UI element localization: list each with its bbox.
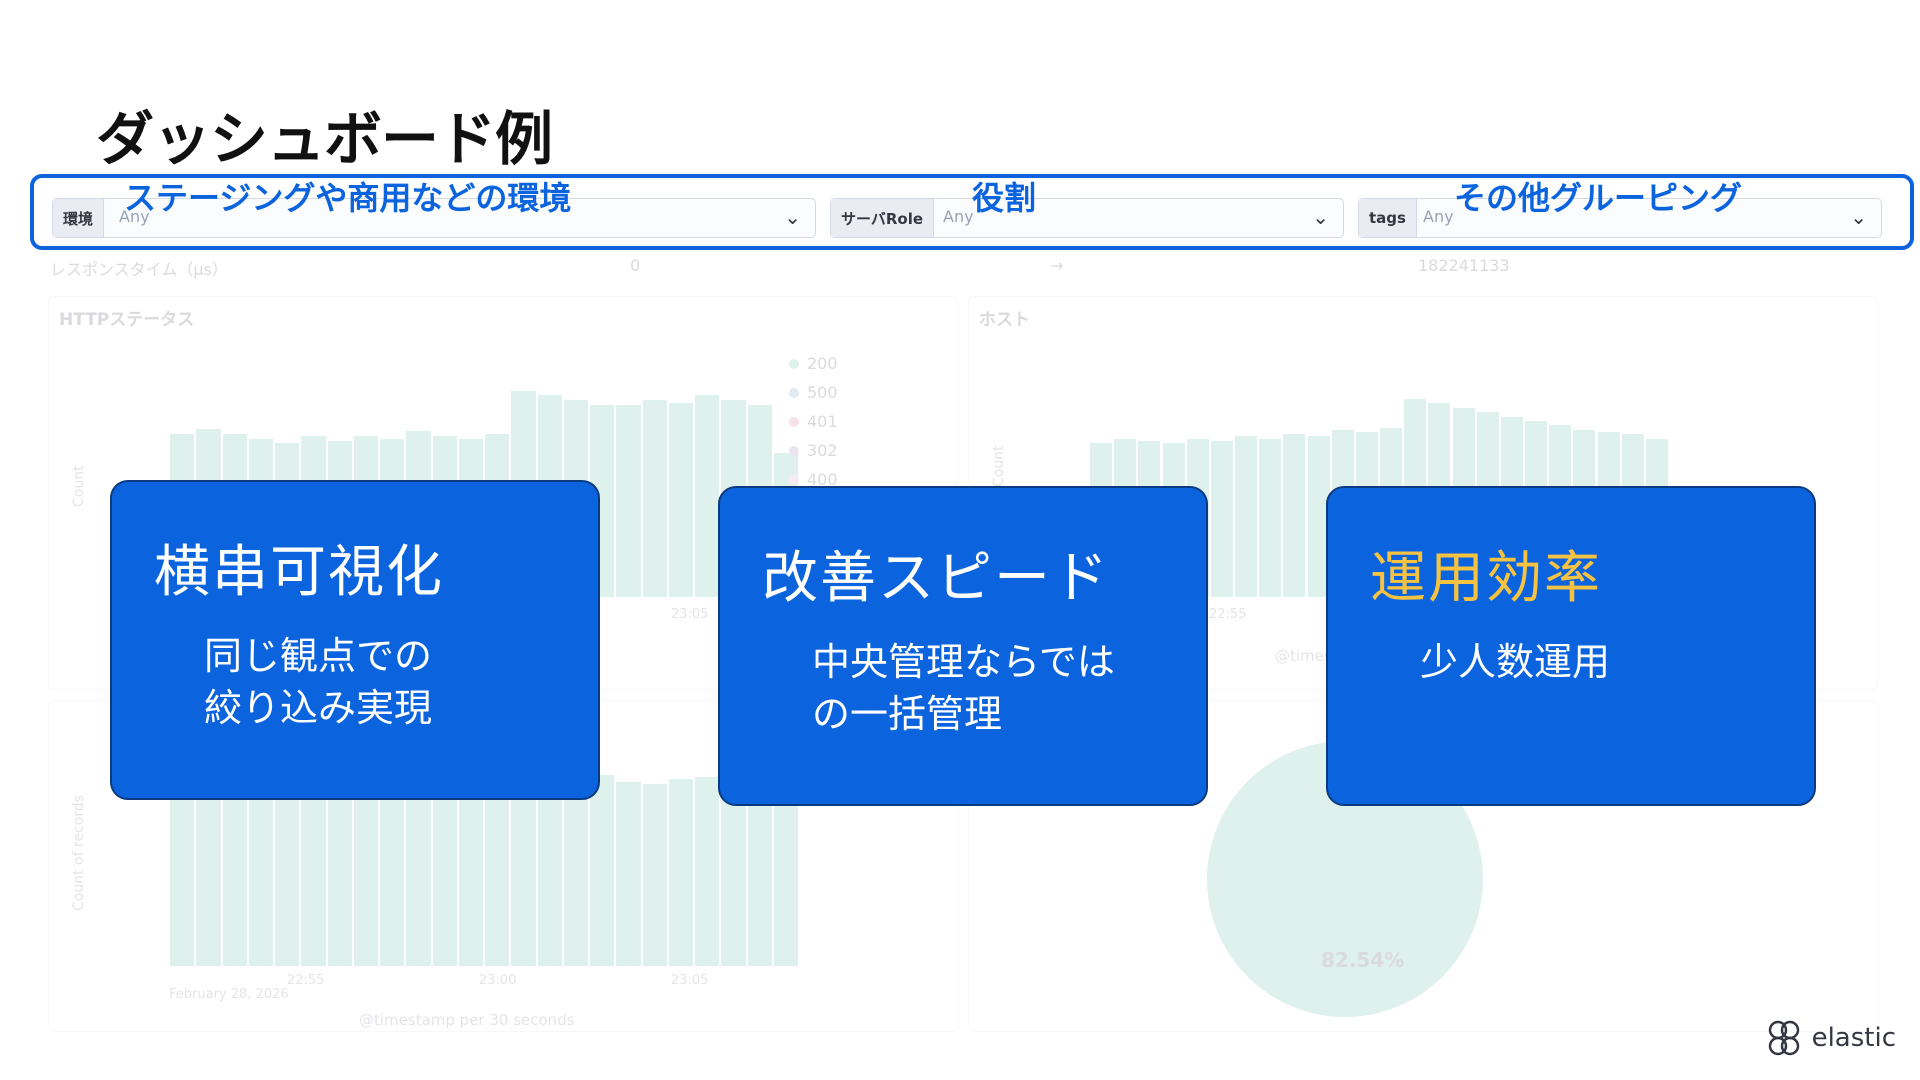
response-time-label: レスポンスタイム（μs） bbox=[50, 260, 228, 279]
bar bbox=[642, 783, 667, 966]
http-status-legend: 200 500 401 302 400 bbox=[789, 349, 838, 494]
filter-bar: 環境 Any ⌄ ステージングや商用などの環境 サーバRole Any ⌄ 役割… bbox=[30, 174, 1914, 250]
bar bbox=[248, 797, 273, 966]
x-axis-label: @timestamp per 30 seconds bbox=[359, 1011, 575, 1029]
response-time-min: 0 bbox=[630, 256, 641, 275]
response-time-arrow: → bbox=[1050, 256, 1064, 275]
callout-improvement-speed: 改善スピード 中央管理ならでは の一括管理 bbox=[718, 486, 1208, 806]
legend-item: 302 bbox=[789, 436, 838, 465]
bar bbox=[695, 777, 720, 966]
bar bbox=[458, 787, 483, 966]
filter-value: Any bbox=[943, 207, 974, 226]
chevron-down-icon: ⌄ bbox=[784, 205, 801, 229]
x-tick: 22:55 bbox=[287, 973, 325, 988]
bar bbox=[380, 791, 405, 966]
callout-operational-efficiency: 運用効率 少人数運用 bbox=[1326, 486, 1816, 806]
filter-label: 環境 bbox=[53, 199, 105, 237]
callout-body: 中央管理ならでは の一括管理 bbox=[812, 640, 1115, 736]
x-tick: 23:05 bbox=[671, 973, 709, 988]
bar bbox=[1259, 438, 1282, 597]
callout-body: 同じ観点での 絞り込み実現 bbox=[204, 634, 433, 730]
bar bbox=[563, 779, 588, 966]
legend-item: 401 bbox=[789, 407, 838, 436]
chevron-down-icon: ⌄ bbox=[1850, 205, 1867, 229]
response-time-max: 182241133 bbox=[1418, 256, 1510, 275]
panel-title: ホスト bbox=[979, 310, 1030, 330]
bar bbox=[511, 781, 536, 966]
bar bbox=[406, 789, 431, 966]
bar bbox=[170, 797, 195, 966]
bar bbox=[773, 781, 798, 966]
bar bbox=[222, 793, 247, 966]
bar bbox=[1283, 434, 1306, 597]
bar bbox=[642, 400, 667, 597]
callout-body: 少人数運用 bbox=[1420, 640, 1611, 684]
x-tick: 23:00 bbox=[479, 973, 517, 988]
chevron-down-icon: ⌄ bbox=[1312, 205, 1329, 229]
bar bbox=[1235, 436, 1258, 597]
callout-heading: 運用効率 bbox=[1370, 546, 1602, 611]
x-tick: 22:55 bbox=[1209, 607, 1247, 622]
server-role-annotation: 役割 bbox=[972, 179, 1037, 217]
brand-name: elastic bbox=[1811, 1023, 1896, 1053]
bar bbox=[196, 795, 221, 966]
filter-label: tags bbox=[1359, 199, 1417, 237]
filter-value: Any bbox=[1423, 207, 1454, 226]
elastic-logo-icon bbox=[1768, 1020, 1799, 1056]
environment-annotation: ステージングや商用などの環境 bbox=[124, 179, 572, 217]
bar bbox=[616, 781, 641, 966]
bar bbox=[432, 785, 457, 966]
slide-title: ダッシュボード例 bbox=[96, 105, 553, 173]
bar bbox=[275, 791, 300, 966]
bar bbox=[668, 779, 693, 966]
callout-heading: 改善スピード bbox=[762, 546, 1110, 611]
bar bbox=[537, 777, 562, 966]
x-tick: 23:05 bbox=[671, 607, 709, 622]
x-axis-date: February 28, 2026 bbox=[169, 987, 289, 1002]
pie-percent: 82.54% bbox=[1321, 948, 1405, 972]
callout-heading: 横串可視化 bbox=[154, 540, 444, 605]
legend-item: 200 bbox=[789, 349, 838, 378]
bar bbox=[485, 789, 510, 966]
y-axis-label: Count of records bbox=[71, 795, 87, 911]
y-axis-label: Count bbox=[991, 445, 1007, 487]
bar bbox=[590, 775, 615, 966]
y-axis-label: Count bbox=[71, 465, 87, 507]
legend-item: 500 bbox=[789, 378, 838, 407]
elastic-logo: elastic bbox=[1762, 1016, 1896, 1060]
server-role-filter[interactable]: サーバRole Any ⌄ bbox=[830, 198, 1344, 238]
bar bbox=[353, 789, 378, 966]
bar bbox=[301, 795, 326, 966]
panel-title: HTTPステータス bbox=[59, 310, 195, 330]
callout-cross-visualization: 横串可視化 同じ観点での 絞り込み実現 bbox=[110, 480, 600, 800]
bar bbox=[1210, 440, 1233, 597]
bar bbox=[616, 405, 641, 597]
tags-annotation: その他グルーピング bbox=[1454, 179, 1743, 217]
filter-label: サーバRole bbox=[831, 199, 935, 237]
bar bbox=[668, 402, 693, 597]
bar bbox=[327, 793, 352, 966]
bar bbox=[695, 395, 720, 597]
